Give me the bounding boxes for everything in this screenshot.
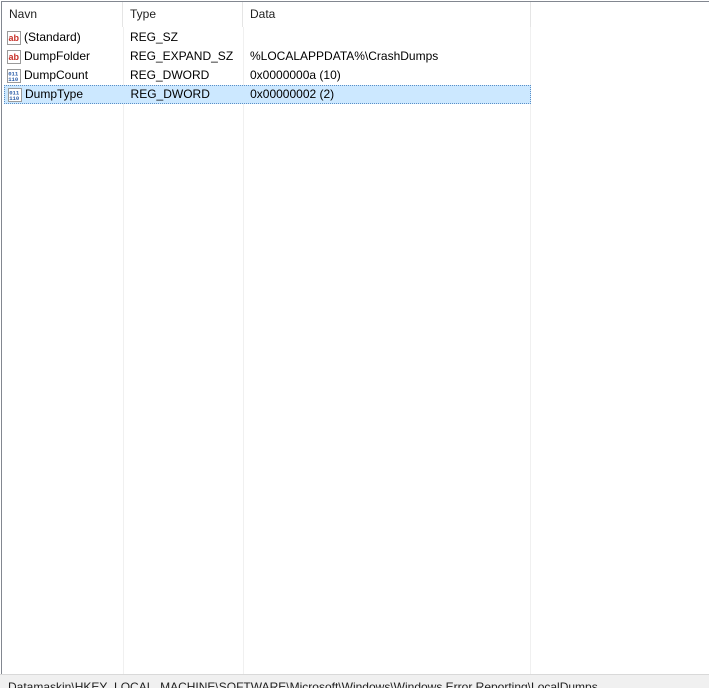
svg-text:ab: ab: [9, 33, 20, 43]
column-header-name[interactable]: Navn: [2, 2, 123, 27]
value-name: DumpType: [25, 87, 84, 101]
value-rows: ab (Standard) REG_SZ ab DumpFolder REG_E…: [2, 28, 531, 104]
column-divider: [243, 27, 244, 674]
binary-value-icon: 011 110: [8, 87, 22, 102]
value-type: REG_DWORD: [130, 87, 210, 101]
column-header-data[interactable]: Data: [243, 2, 531, 27]
value-type: REG_DWORD: [130, 68, 210, 82]
svg-text:ab: ab: [9, 52, 20, 62]
svg-text:110: 110: [9, 95, 20, 102]
value-type: REG_EXPAND_SZ: [130, 49, 234, 63]
value-name: DumpFolder: [24, 49, 91, 63]
binary-value-icon: 011 110: [7, 68, 21, 83]
status-bar: Datamaskin\HKEY_LOCAL_MACHINE\SOFTWARE\M…: [0, 674, 709, 688]
string-value-icon: ab: [7, 49, 21, 64]
column-header-type[interactable]: Type: [123, 2, 243, 27]
table-row[interactable]: 011 110 DumpCount REG_DWORD 0x0000000a (…: [2, 66, 531, 85]
svg-text:110: 110: [8, 76, 19, 83]
string-value-icon: ab: [7, 30, 21, 45]
value-type: REG_SZ: [130, 30, 179, 44]
value-name: DumpCount: [24, 68, 89, 82]
registry-editor-window: Navn Type Data ab (Standard) REG_SZ ab D…: [0, 0, 709, 688]
value-list[interactable]: Navn Type Data ab (Standard) REG_SZ ab D…: [1, 1, 709, 674]
value-name: (Standard): [24, 30, 81, 44]
value-data: 0x0000000a (10): [250, 68, 341, 82]
column-divider: [123, 27, 124, 674]
column-divider: [530, 27, 531, 674]
value-data: %LOCALAPPDATA%\CrashDumps: [250, 49, 439, 63]
table-row[interactable]: ab (Standard) REG_SZ: [2, 28, 531, 47]
list-header: Navn Type Data: [2, 2, 531, 27]
table-row-selected[interactable]: 011 110 DumpType REG_DWORD 0x00000002 (2…: [4, 85, 531, 104]
value-data: 0x00000002 (2): [250, 87, 335, 101]
table-row[interactable]: ab DumpFolder REG_EXPAND_SZ %LOCALAPPDAT…: [2, 47, 531, 66]
